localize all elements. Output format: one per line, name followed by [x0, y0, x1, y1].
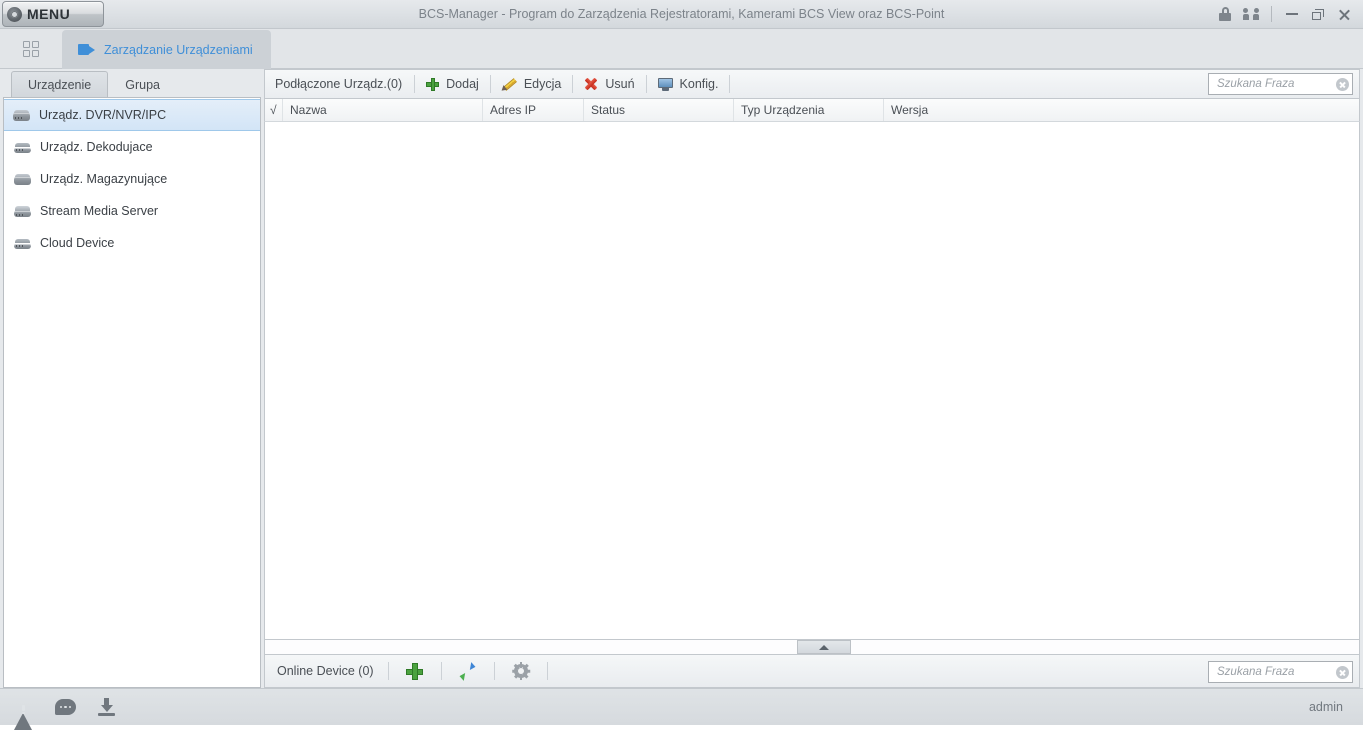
sidebar-item-cloud-device[interactable]: Cloud Device: [4, 227, 260, 259]
delete-x-icon: [584, 77, 598, 91]
sidebar-item-label: Urządz. DVR/NVR/IPC: [39, 108, 167, 122]
search-input[interactable]: [1215, 665, 1336, 679]
title-bar: MENU BCS-Manager - Program do Zarządzeni…: [0, 0, 1363, 29]
sidebar-item-stream-media-server[interactable]: Stream Media Server: [4, 195, 260, 227]
bottombar-divider: [546, 662, 548, 680]
storage-icon: [14, 173, 31, 185]
plus-icon: [406, 662, 424, 680]
menu-button-label: MENU: [27, 6, 71, 22]
server-icon: [14, 205, 31, 217]
titlebar-divider: [1271, 6, 1272, 22]
column-header-nazwa[interactable]: Nazwa: [283, 99, 483, 121]
window-controls: [1212, 2, 1363, 26]
chat-message-icon[interactable]: [55, 699, 76, 715]
plus-icon: [426, 77, 440, 91]
chevron-up-icon: [819, 644, 829, 650]
video-camera-icon: [78, 44, 95, 55]
clear-search-icon[interactable]: [1336, 665, 1349, 679]
maximize-icon[interactable]: [1305, 2, 1331, 26]
subtab-urzadzenie[interactable]: Urządzenie: [11, 71, 109, 97]
online-device-search-box[interactable]: [1208, 661, 1353, 683]
download-icon[interactable]: [98, 698, 115, 716]
tab-device-management[interactable]: Zarządzanie Urządzeniami: [62, 30, 271, 69]
edit-button-label: Edycja: [523, 77, 562, 91]
menu-button[interactable]: MENU: [2, 1, 104, 27]
search-input[interactable]: [1215, 77, 1336, 91]
device-table-header: √ Nazwa Adres IP Status Typ Urządzenia W…: [264, 98, 1360, 122]
tab-strip: Zarządzanie Urządzeniami: [0, 29, 1363, 69]
lock-icon[interactable]: [1212, 2, 1238, 26]
sidebar-item-magazynujace[interactable]: Urządz. Magazynujące: [4, 163, 260, 195]
app-logo-icon: [7, 6, 22, 22]
current-user-label: admin: [1308, 700, 1343, 714]
left-panel-subtabs: Urządzenie Grupa: [3, 69, 261, 97]
device-table-body[interactable]: [264, 122, 1360, 639]
edit-button[interactable]: Edycja: [491, 71, 573, 97]
refresh-icon: [458, 661, 477, 681]
column-header-check[interactable]: √: [265, 99, 283, 121]
delete-button-label: Usuń: [605, 77, 635, 91]
panel-splitter-handle[interactable]: [797, 640, 851, 654]
cloud-device-icon: [14, 238, 31, 249]
online-device-bar: Online Device (0): [264, 655, 1360, 688]
settings-button[interactable]: [495, 656, 547, 686]
device-search-box[interactable]: [1208, 73, 1353, 95]
subtab-grupa[interactable]: Grupa: [108, 71, 177, 97]
subtab-label: Grupa: [125, 77, 160, 92]
gear-icon: [511, 662, 530, 680]
alarm-warning-icon[interactable]: [14, 698, 33, 730]
window-title: BCS-Manager - Program do Zarządzenia Rej…: [418, 7, 945, 21]
column-header-typ-urzadzenia[interactable]: Typ Urządzenia: [734, 99, 884, 121]
right-panel: Podłączone Urządz.(0) Dodaj Edycja Usuń: [261, 69, 1360, 688]
add-button-label: Dodaj: [446, 77, 479, 91]
refresh-button[interactable]: [442, 656, 494, 686]
clear-search-icon[interactable]: [1336, 77, 1349, 91]
grid-icon: [23, 41, 39, 57]
left-panel: Urządzenie Grupa Urządz. DVR/NVR/IPC Urz…: [3, 69, 261, 688]
horizontal-scrollbar[interactable]: [264, 639, 1360, 655]
config-button[interactable]: Konfig.: [647, 71, 730, 97]
status-bar: admin: [0, 688, 1363, 730]
toolbar-divider: [729, 75, 731, 93]
online-device-label: Online Device (0): [277, 664, 374, 678]
column-header-status[interactable]: Status: [584, 99, 734, 121]
add-online-device-button[interactable]: [389, 656, 441, 686]
device-toolbar: Podłączone Urządz.(0) Dodaj Edycja Usuń: [264, 69, 1360, 98]
application-window: MENU BCS-Manager - Program do Zarządzeni…: [0, 0, 1363, 730]
sidebar-item-label: Cloud Device: [40, 236, 115, 250]
monitor-config-icon: [657, 77, 673, 91]
device-icon: [13, 109, 30, 121]
switch-user-icon[interactable]: [1238, 2, 1264, 26]
home-grid-button[interactable]: [0, 29, 62, 69]
config-button-label: Konfig.: [679, 77, 719, 91]
pencil-icon: [499, 77, 517, 93]
decoder-icon: [14, 142, 31, 153]
tab-label: Zarządzanie Urządzeniami: [104, 42, 253, 57]
close-icon[interactable]: [1331, 2, 1357, 26]
column-header-adres-ip[interactable]: Adres IP: [483, 99, 584, 121]
connected-devices-label: Podłączone Urządz.(0): [275, 77, 403, 91]
device-category-list: Urządz. DVR/NVR/IPC Urządz. Dekodujace U…: [3, 97, 261, 688]
sidebar-item-dekodujace[interactable]: Urządz. Dekodujace: [4, 131, 260, 163]
sidebar-item-dvr-nvr-ipc[interactable]: Urządz. DVR/NVR/IPC: [4, 99, 260, 131]
sidebar-item-label: Urządz. Dekodujace: [40, 140, 153, 154]
sidebar-item-label: Stream Media Server: [40, 204, 159, 218]
column-header-wersja[interactable]: Wersja: [884, 99, 1359, 121]
subtab-label: Urządzenie: [28, 77, 92, 92]
minimize-icon[interactable]: [1279, 2, 1305, 26]
main-content: Urządzenie Grupa Urządz. DVR/NVR/IPC Urz…: [0, 69, 1363, 688]
sidebar-item-label: Urządz. Magazynujące: [40, 172, 168, 186]
delete-button[interactable]: Usuń: [573, 71, 645, 97]
add-button[interactable]: Dodaj: [415, 71, 490, 97]
